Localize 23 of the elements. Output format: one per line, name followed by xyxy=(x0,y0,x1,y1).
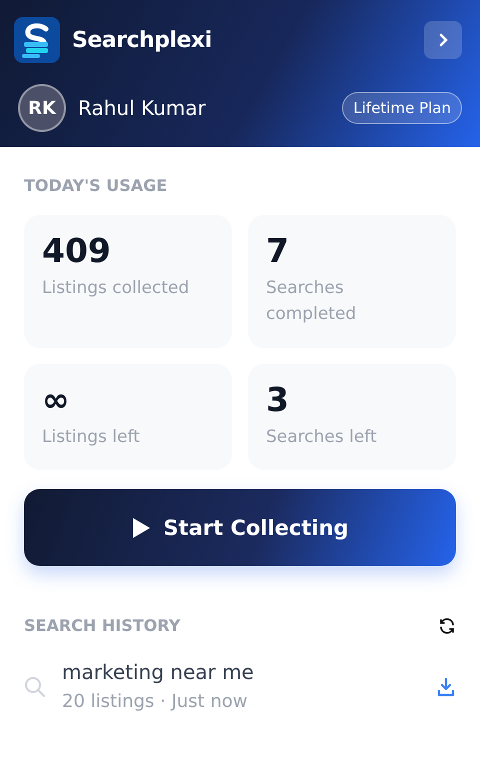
search-meta: 20 listings · Just now xyxy=(62,690,248,714)
stat-value: 7 xyxy=(266,231,290,271)
search-icon xyxy=(24,676,46,698)
stat-label: Searches completed xyxy=(266,277,358,326)
stat-label: Searches left xyxy=(266,426,378,449)
refresh-icon[interactable] xyxy=(438,616,456,634)
user-name: Rahul Kumar xyxy=(78,96,207,120)
search-query[interactable]: marketing near me xyxy=(62,657,420,687)
play-icon xyxy=(131,516,152,538)
stat-value: ∞ xyxy=(42,380,70,420)
stat-label: Listings left xyxy=(42,426,141,449)
stat-value: 3 xyxy=(266,380,290,420)
chevron-right-button[interactable] xyxy=(424,21,462,59)
plan-badge: Lifetime Plan xyxy=(342,92,462,124)
app-name: Searchplexi xyxy=(72,28,213,52)
start-collecting-button[interactable]: Start Collecting xyxy=(24,489,456,566)
stat-label: Listings collected xyxy=(42,277,190,300)
user-avatar: RK xyxy=(18,84,66,132)
section-title: TODAY'S USAGE xyxy=(24,176,168,195)
download-icon[interactable] xyxy=(436,677,456,697)
logo-icon xyxy=(14,17,60,63)
section-title: SEARCH HISTORY xyxy=(24,616,180,635)
stat-value: 409 xyxy=(42,231,112,271)
